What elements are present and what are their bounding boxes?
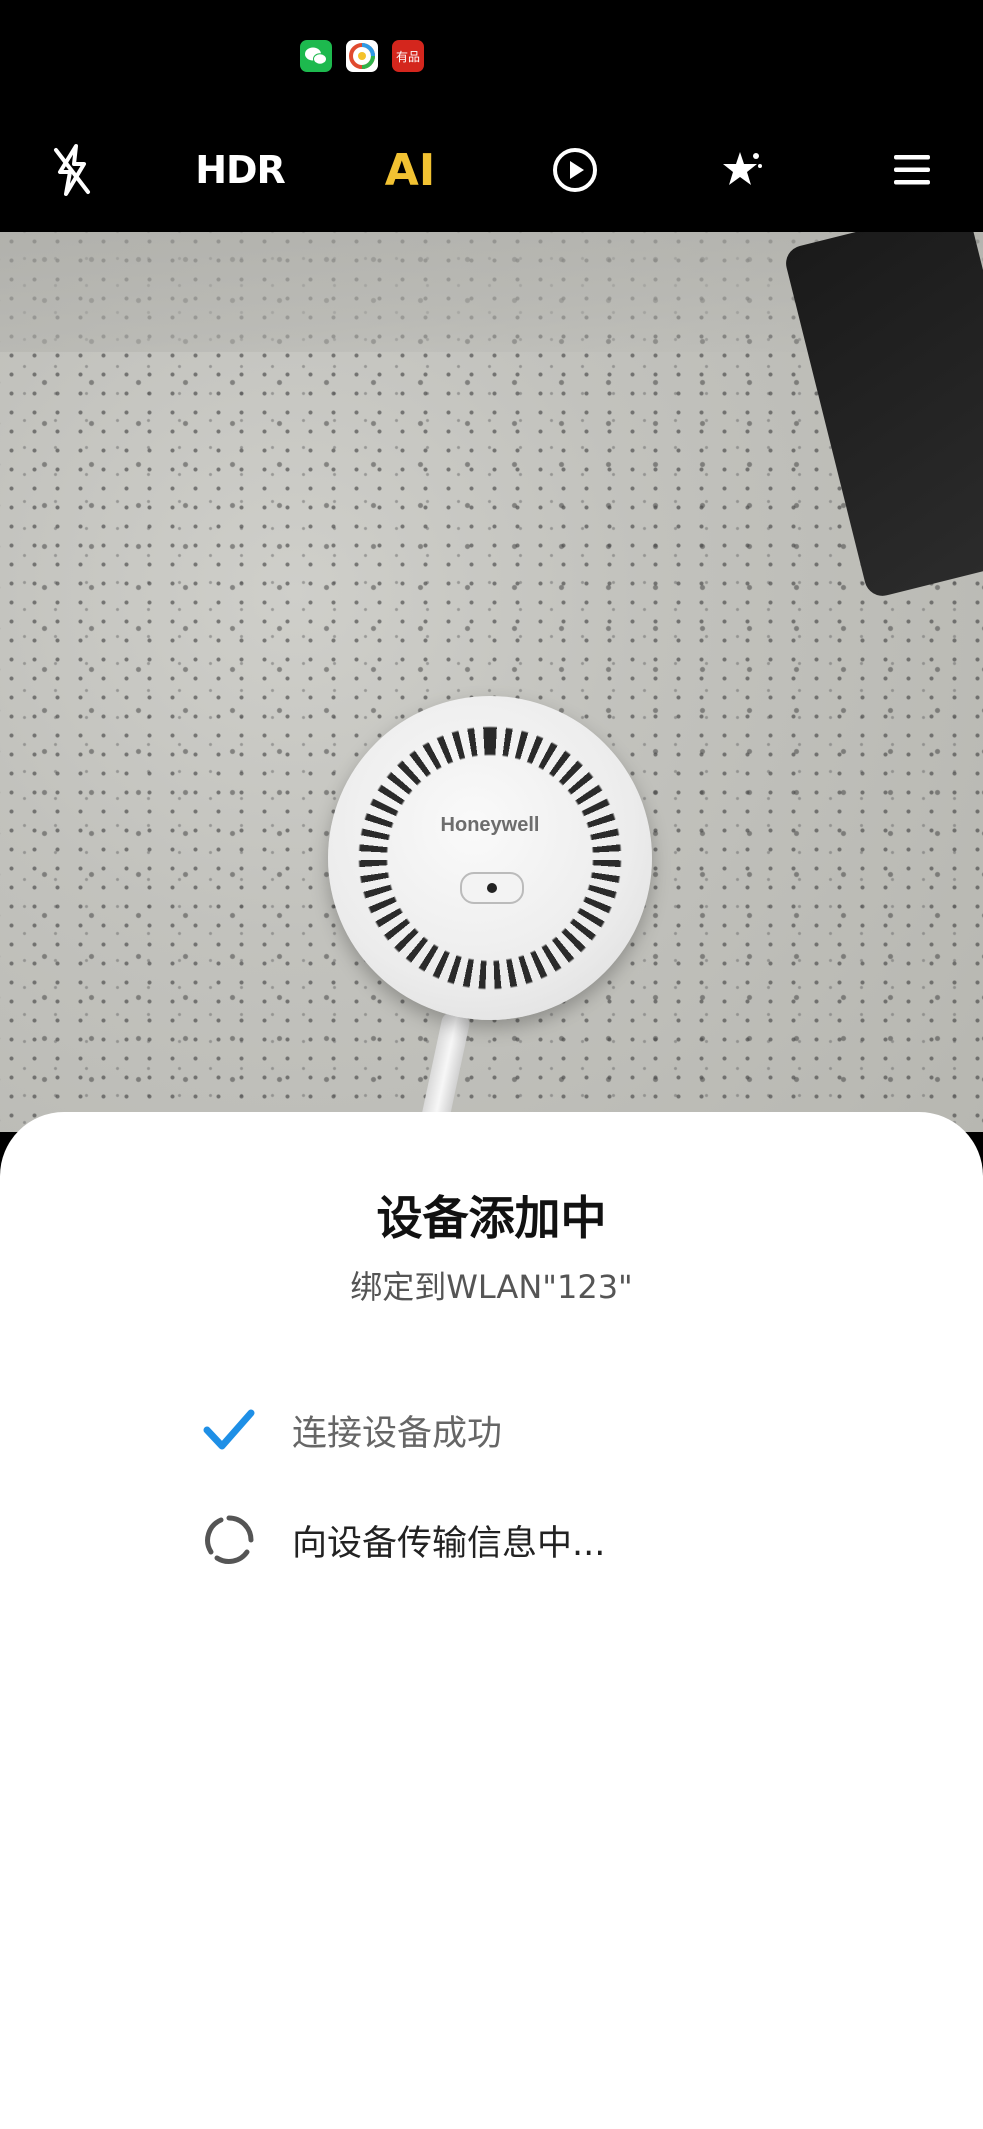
status-bar: 有品: [0, 0, 983, 110]
checkmark-icon: [200, 1401, 258, 1459]
ai-label: AI: [384, 144, 436, 196]
camera-viewfinder: Honeywell: [0, 232, 983, 1132]
wechat-icon: [300, 40, 332, 72]
spinner-icon: [200, 1511, 258, 1569]
pairing-sheet: 设备添加中 绑定到WLAN"123" 连接设备成功 向设备传输信息中...: [0, 1112, 983, 2129]
step-transfer-info: 向设备传输信息中...: [200, 1510, 605, 1570]
sheet-subtitle: 绑定到WLAN"123": [350, 1268, 633, 1306]
store-icon: 有品: [392, 40, 424, 72]
gas-detector-device: Honeywell: [328, 696, 652, 1020]
ai-icon[interactable]: AI: [370, 132, 450, 208]
step-label: 连接设备成功: [292, 1413, 503, 1454]
live-photo-icon[interactable]: [540, 132, 610, 208]
device-brand: Honeywell: [440, 814, 540, 836]
menu-icon[interactable]: [880, 132, 944, 208]
device-button: [460, 872, 524, 904]
flash-off-icon[interactable]: [40, 132, 104, 208]
hdr-label: HDR: [195, 148, 286, 192]
camera-toolbar: HDR AI: [0, 110, 983, 232]
sheet-title: 设备添加中: [376, 1191, 607, 1245]
beauty-icon[interactable]: [710, 132, 774, 208]
device-grille: [358, 726, 622, 990]
store-icon-label: 有品: [396, 50, 420, 64]
step-connect-device: 连接设备成功: [200, 1400, 502, 1460]
browser-icon: [346, 40, 378, 72]
hdr-icon[interactable]: HDR: [190, 132, 290, 208]
screen: 有品 HDR AI Honeywell 设备添加中 绑定到WLAN"123" 连…: [0, 0, 983, 2129]
notification-icons: 有品: [300, 40, 424, 72]
step-label: 向设备传输信息中...: [292, 1523, 606, 1564]
